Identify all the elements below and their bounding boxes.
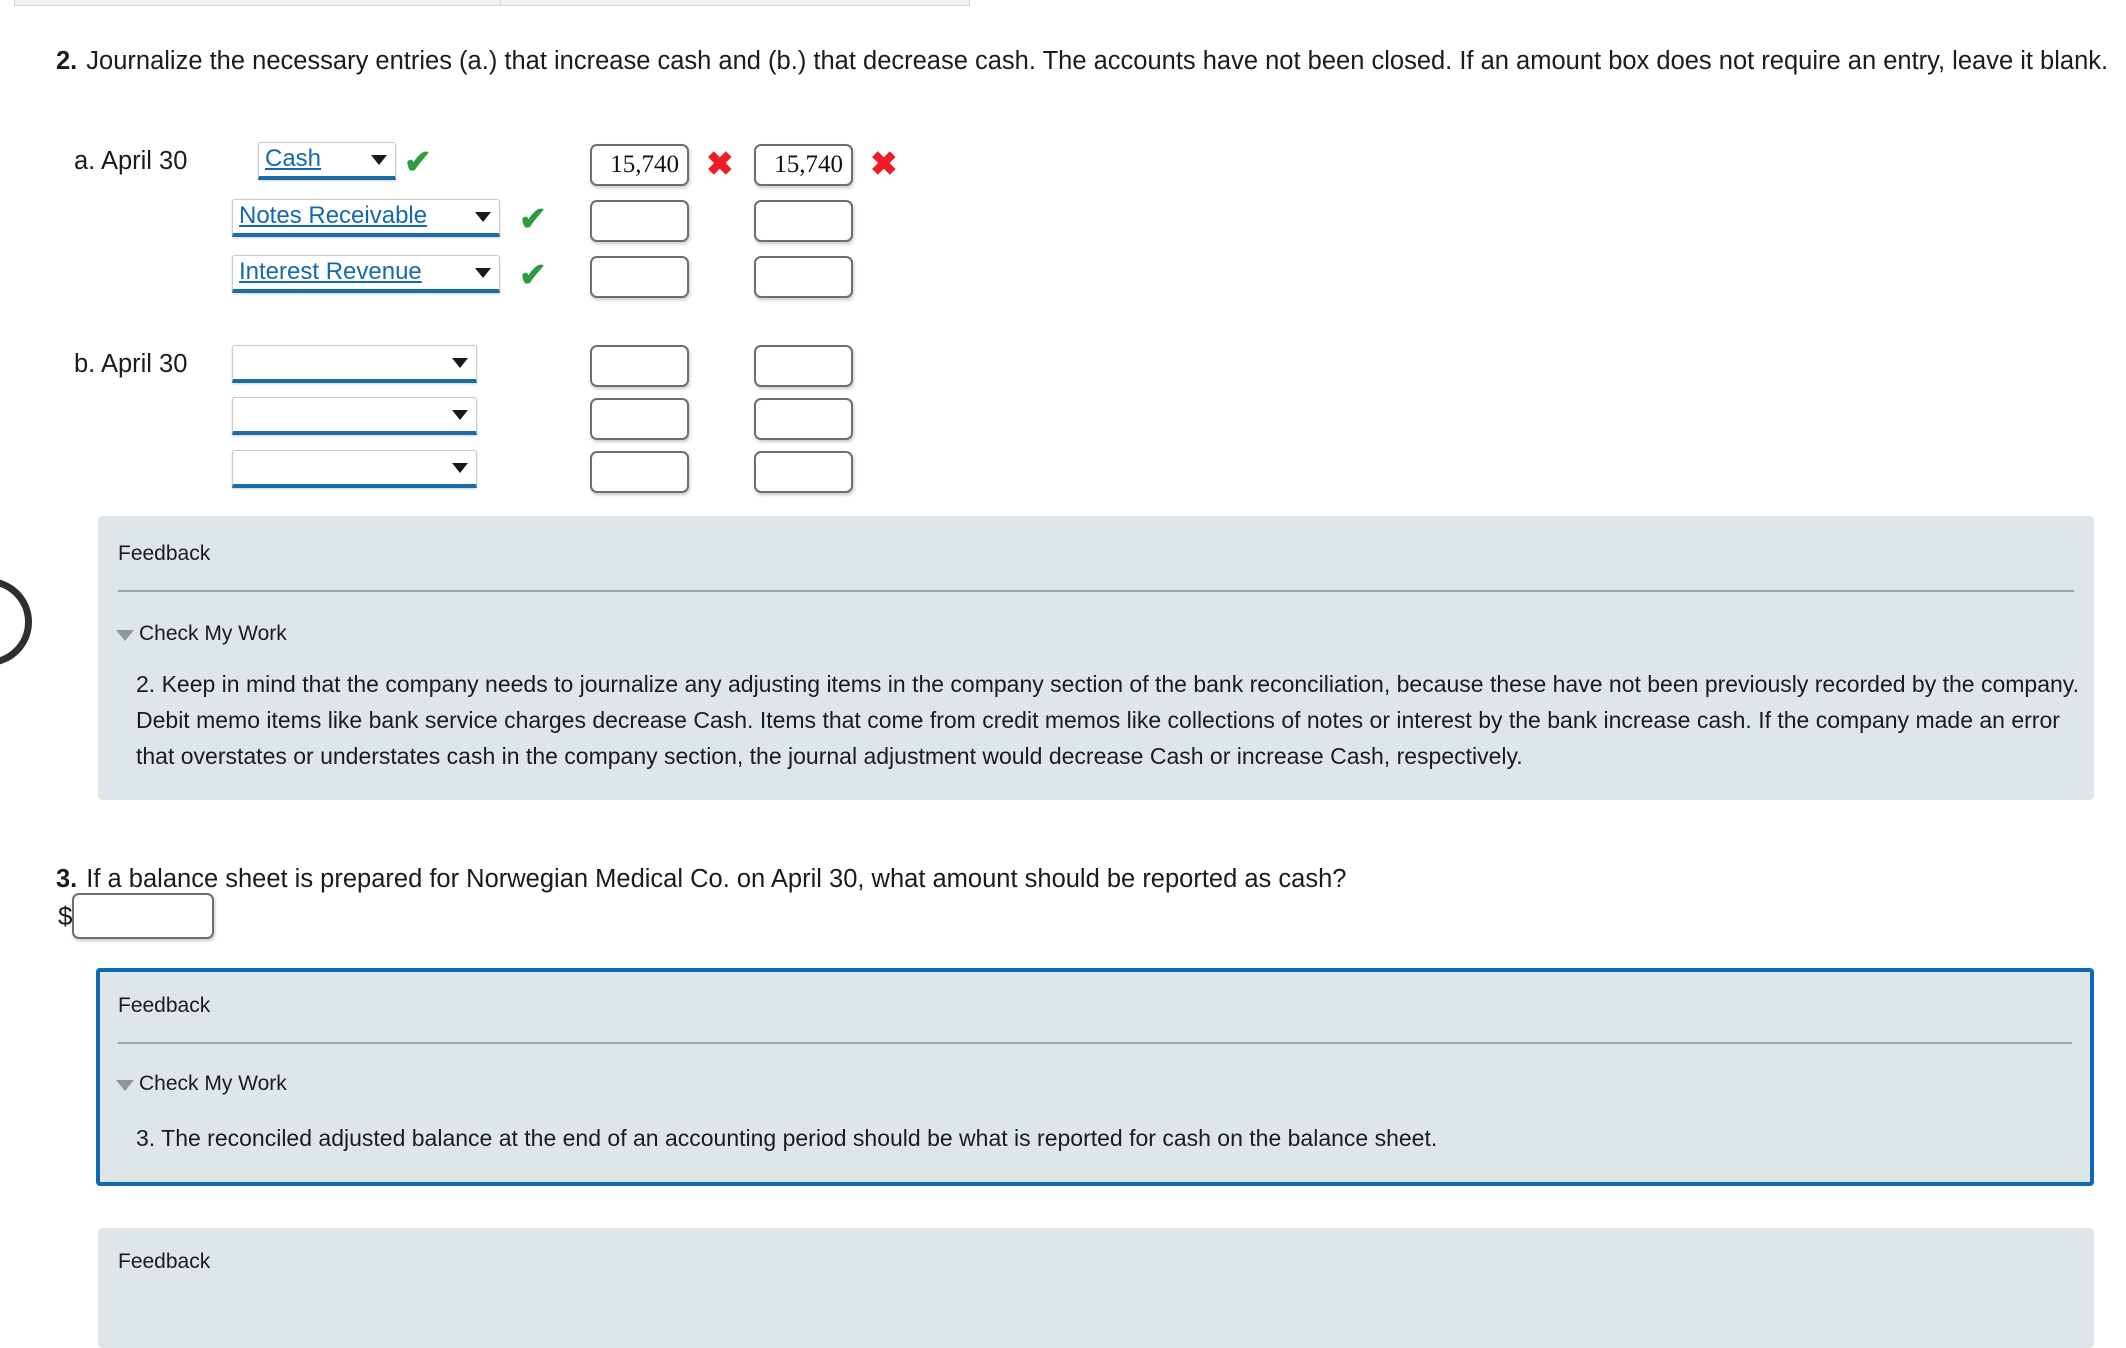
credit-input-b2[interactable] [754, 398, 853, 440]
account-select-a2[interactable]: Notes Receivable [232, 199, 500, 237]
check-my-work-toggle-q3[interactable]: Check My Work [116, 1072, 287, 1096]
status-check-a3: ✔ [519, 256, 547, 293]
debit-input-a2[interactable] [590, 200, 689, 242]
debit-input-a3[interactable] [590, 256, 689, 298]
entry-a-date-label: a. April 30 [74, 147, 188, 175]
credit-input-a3[interactable] [754, 256, 853, 298]
feedback-bottom-title: Feedback [118, 1250, 211, 1273]
account-select-a3-value: Interest Revenue [239, 259, 422, 285]
feedback-q2-body: 2. Keep in mind that the company needs t… [136, 671, 2079, 769]
credit-input-b1[interactable] [754, 345, 853, 387]
account-select-b3-value [239, 467, 446, 469]
account-select-b3[interactable] [232, 450, 477, 488]
chevron-down-icon [452, 409, 468, 420]
browser-tab-left[interactable] [14, 0, 524, 6]
debit-input-b3[interactable] [590, 451, 689, 493]
feedback-panel-q3: Feedback Check My Work 3. The reconciled… [96, 968, 2094, 1186]
status-check-a2: ✔ [519, 200, 547, 237]
account-select-a3[interactable]: Interest Revenue [232, 255, 500, 293]
question-3-number: 3. [56, 865, 78, 893]
question-3-text: If a balance sheet is prepared for Norwe… [86, 865, 1347, 893]
account-select-b1[interactable] [232, 345, 477, 383]
credit-input-a1[interactable] [754, 144, 853, 186]
question-2-text: Journalize the necessary entries (a.) th… [86, 47, 2109, 75]
circular-annotation [0, 578, 32, 666]
account-select-a1[interactable]: Cash [258, 142, 396, 180]
account-select-b2[interactable] [232, 397, 477, 435]
feedback-q3-divider [118, 1042, 2072, 1044]
account-select-b2-value [239, 414, 446, 416]
account-select-a2-value: Notes Receivable [239, 203, 428, 229]
debit-input-b2[interactable] [590, 398, 689, 440]
chevron-down-icon [475, 211, 491, 222]
chevron-down-icon [452, 357, 468, 368]
debit-input-a1[interactable] [590, 144, 689, 186]
feedback-panel-bottom: Feedback [98, 1228, 2094, 1348]
debit-input-b1[interactable] [590, 345, 689, 387]
status-cross-a1-credit: ✖ [870, 145, 898, 182]
account-select-b1-value [239, 362, 446, 364]
check-my-work-toggle-q2[interactable]: Check My Work [116, 622, 287, 646]
feedback-q3-body: 3. The reconciled adjusted balance at th… [136, 1125, 1438, 1151]
credit-input-a2[interactable] [754, 200, 853, 242]
feedback-q3-title: Feedback [118, 994, 211, 1017]
credit-input-b3[interactable] [754, 451, 853, 493]
status-check-a1: ✔ [404, 143, 432, 180]
feedback-q2-divider [118, 590, 2074, 592]
top-tab-strip [0, 0, 2126, 10]
check-my-work-label-q2: Check My Work [139, 622, 287, 645]
triangle-down-icon [116, 629, 134, 641]
feedback-panel-q2: Feedback Check My Work 2. Keep in mind t… [98, 516, 2094, 800]
question-3-prompt: 3. If a balance sheet is prepared for Nor… [56, 858, 2096, 901]
triangle-down-icon [116, 1079, 134, 1091]
chevron-down-icon [475, 267, 491, 278]
question-2-prompt: 2. Journalize the necessary entries (a.) … [56, 40, 2116, 83]
chevron-down-icon [452, 462, 468, 473]
cash-amount-input[interactable] [72, 893, 215, 939]
check-my-work-label-q3: Check My Work [139, 1072, 287, 1095]
browser-tab-right[interactable] [500, 0, 970, 6]
question-2-number: 2. [56, 47, 78, 75]
status-cross-a1-debit: ✖ [706, 145, 734, 182]
account-select-a1-value: Cash [265, 146, 322, 172]
dollar-sign-label: $ [58, 900, 73, 931]
feedback-q2-title: Feedback [118, 542, 211, 565]
entry-b-date-label: b. April 30 [74, 350, 188, 378]
chevron-down-icon [371, 154, 387, 165]
question-3-answer-row: $ [58, 893, 215, 939]
